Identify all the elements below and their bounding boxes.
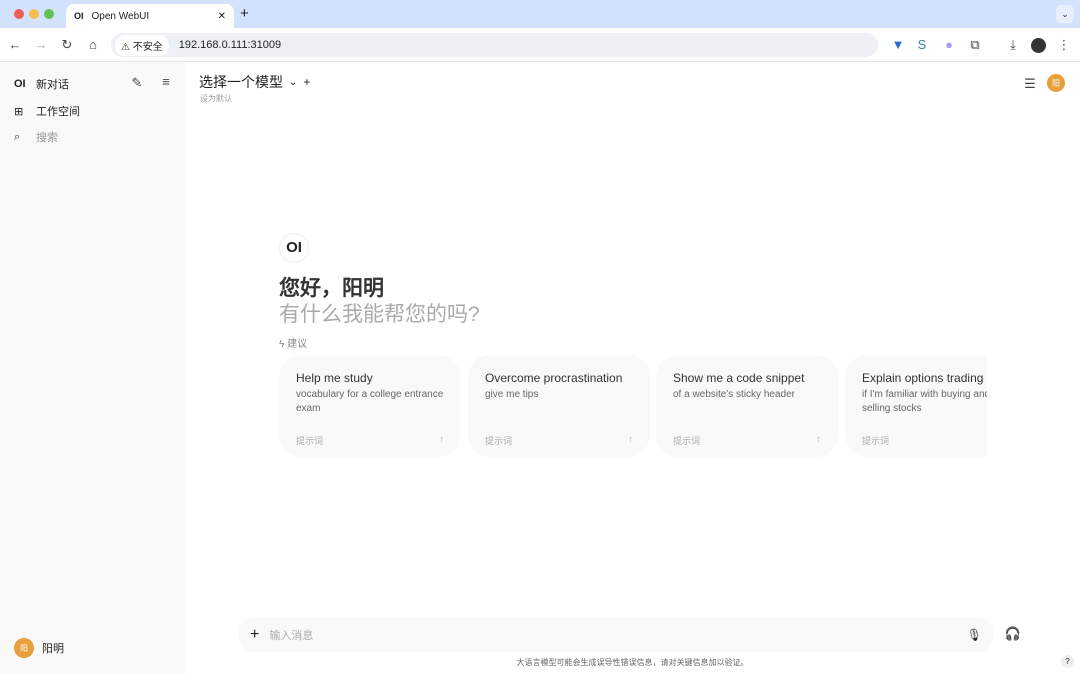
message-placeholder: 输入消息 [269, 630, 314, 642]
header-avatar[interactable]: 阳 [1047, 74, 1065, 92]
new-chat-item[interactable]: OI 新对话 [14, 76, 69, 92]
suggestion-tag: 提示词 [485, 436, 513, 446]
suggestion-desc: vocabulary for a college entrance exam [296, 389, 444, 414]
tab-search-chevron-down-icon[interactable]: ⌄ [1056, 5, 1074, 23]
suggestion-card[interactable]: Overcome procrastination give me tips 提示词 ↑ [468, 355, 650, 457]
reload-icon[interactable]: ↻ [58, 37, 76, 53]
search-icon: ⌕ [14, 130, 21, 143]
disclaimer: 大语言模型可能会生成误导性错误信息，请对关键信息加以验证。 [516, 658, 749, 667]
suggestion-desc: give me tips [485, 389, 539, 400]
workspace-label: 工作空间 [36, 106, 80, 118]
suggestion-title: Overcome procrastination [485, 371, 623, 385]
plus-icon[interactable]: + [250, 626, 259, 644]
arrow-up-icon: ↑ [816, 434, 822, 444]
model-select-label: 选择一个模型 [199, 74, 283, 90]
security-indicator[interactable]: ⚠ 不安全 [115, 34, 169, 56]
forward-arrow-icon[interactable]: → [32, 37, 50, 52]
sidebar-item-workspace[interactable]: ⊞ 工作空间 [14, 103, 80, 119]
suggestion-desc: if I'm familiar with buying and selling … [862, 389, 987, 414]
minimize-window-button[interactable] [29, 9, 39, 19]
new-tab-button[interactable]: + [240, 5, 249, 22]
suggestion-card[interactable]: Help me study vocabulary for a college en… [279, 355, 461, 457]
maximize-window-button[interactable] [44, 9, 54, 19]
user-menu[interactable]: 阳 阳明 [14, 638, 64, 658]
sidebar: OI 新对话 ✎ ≡ ⊞ 工作空间 ⌕ 搜索 阳 阳明 [0, 62, 185, 674]
logo: OI [14, 78, 26, 90]
suggestion-tag: 提示词 [296, 436, 324, 446]
home-icon[interactable]: ⌂ [84, 37, 102, 52]
suggestion-card[interactable]: Explain options trading if I'm familiar w… [845, 355, 987, 457]
suggestion-card[interactable]: Show me a code snippet of a website's sti… [656, 355, 838, 457]
profile-avatar[interactable] [1031, 38, 1046, 53]
close-tab-icon[interactable]: ✕ [218, 11, 226, 22]
avatar: 阳 [14, 638, 34, 658]
user-name: 阳明 [42, 643, 64, 655]
search-placeholder: 搜索 [36, 132, 58, 144]
security-label: 不安全 [132, 41, 163, 53]
new-chat-label: 新对话 [36, 79, 69, 91]
url-text: 192.168.0.111:31009 [178, 39, 282, 51]
suggestion-tag: 提示词 [673, 436, 701, 446]
edit-icon[interactable]: ✎ [128, 75, 146, 91]
download-icon[interactable]: ⤓ [1004, 37, 1022, 53]
tab-title: Open WebUI [91, 10, 150, 22]
suggestion-desc: of a website's sticky header [673, 389, 795, 400]
close-window-button[interactable] [14, 9, 24, 19]
sidebar-menu-icon[interactable]: ≡ [157, 74, 175, 89]
suggestions-row: Help me study vocabulary for a college en… [279, 0, 987, 674]
suggestion-title: Show me a code snippet [673, 371, 805, 385]
suggestion-title: Help me study [296, 371, 373, 385]
back-arrow-icon[interactable]: ← [6, 37, 24, 52]
set-default-link[interactable]: 设为默认 [200, 93, 232, 104]
browser-tab[interactable]: OI Open WebUI ✕ [66, 4, 234, 28]
microphone-icon[interactable]: 🎙 [967, 628, 982, 642]
search-input[interactable]: ⌕ 搜索 [14, 129, 58, 145]
tab-favicon: OI [74, 11, 84, 21]
suggestion-tag: 提示词 [862, 436, 890, 446]
headphones-icon[interactable]: 🎧 [1004, 626, 1022, 642]
help-button[interactable]: ? [1061, 655, 1074, 668]
grid-icon: ⊞ [14, 105, 24, 118]
message-input[interactable]: + 输入消息 🎙 [238, 618, 994, 652]
arrow-up-icon: ↑ [439, 434, 445, 444]
settings-sliders-icon[interactable]: ☰ [1021, 76, 1039, 92]
more-menu-icon[interactable]: ⋮ [1055, 37, 1073, 53]
suggestion-title: Explain options trading [862, 371, 984, 385]
arrow-up-icon: ↑ [628, 434, 634, 444]
